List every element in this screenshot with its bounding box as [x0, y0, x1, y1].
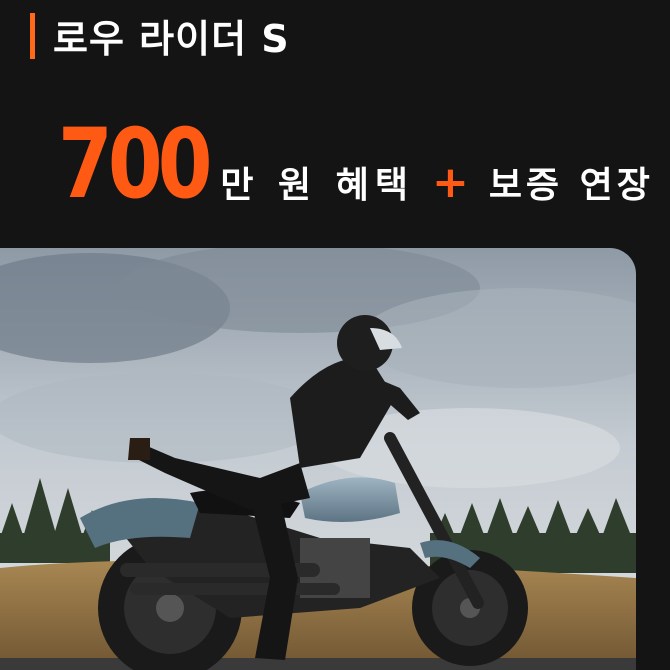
plus-icon: +: [431, 157, 469, 208]
motorcycle-photo: [0, 248, 636, 670]
accent-bar: [30, 12, 35, 59]
promo-amount: 700: [58, 108, 212, 220]
page-title: 로우 라이더 S: [53, 17, 290, 61]
promo-extra-text: 보증 연장: [488, 165, 654, 206]
promo-benefit-text: 만 원 혜택: [220, 165, 414, 206]
hero-image: [0, 248, 636, 670]
promo-banner: 700 만 원 혜택 + 보증 연장: [58, 108, 654, 220]
header: 로우 라이더 S: [30, 8, 290, 63]
